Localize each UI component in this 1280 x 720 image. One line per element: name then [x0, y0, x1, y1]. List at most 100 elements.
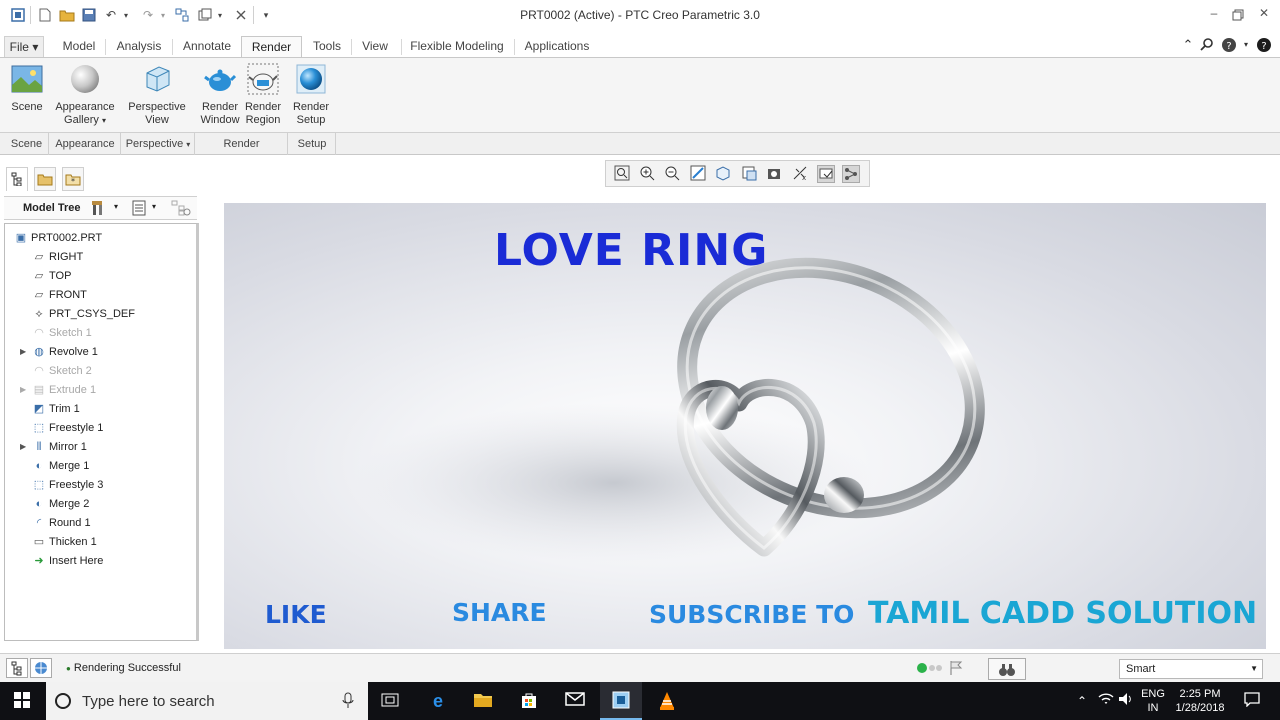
start-windows-icon[interactable]: [10, 691, 34, 711]
tab-analysis[interactable]: Analysis: [108, 36, 170, 58]
tree-item-csys[interactable]: ⟡ PRT_CSYS_DEF: [31, 305, 135, 323]
render-window-button[interactable]: Render Window: [199, 63, 241, 127]
tree-item-freestyle-3[interactable]: ⬚ Freestyle 3: [31, 476, 104, 494]
annotation-display-icon[interactable]: [842, 165, 860, 183]
datum-display-filters-icon[interactable]: [817, 165, 835, 183]
tab-tools[interactable]: Tools: [305, 36, 349, 58]
folder-browser-tab[interactable]: [34, 167, 56, 191]
perspective-view-button[interactable]: Perspective View: [124, 63, 190, 127]
scene-button[interactable]: Scene: [6, 63, 48, 114]
microphone-icon[interactable]: [342, 692, 354, 713]
show-dropdown-icon[interactable]: ▾: [152, 202, 156, 211]
csys-icon: ⟡: [35, 308, 43, 320]
tree-item-extrude-1[interactable]: ▤ Extrude 1: [31, 381, 96, 399]
help-button-icon[interactable]: ?: [1256, 37, 1272, 53]
tree-filter-icon[interactable]: [171, 200, 191, 219]
selection-filter-select[interactable]: Smart ▼: [1119, 659, 1263, 679]
mail-icon[interactable]: [563, 691, 587, 711]
help-dropdown-icon[interactable]: ▾: [1238, 37, 1254, 53]
tab-annotate[interactable]: Annotate: [175, 36, 239, 58]
group-render: Render: [196, 133, 288, 155]
render-region-button[interactable]: Render Region: [243, 63, 283, 127]
show-hidden-icons-chevron[interactable]: ⌃: [1070, 691, 1094, 711]
ring-shadow: [354, 403, 874, 563]
expand-extrude-icon[interactable]: ▶: [20, 381, 26, 399]
tree-item-right[interactable]: ▱ RIGHT: [31, 248, 83, 266]
tree-item-label: Freestyle 3: [49, 479, 104, 491]
toggle-browser-icon[interactable]: [30, 658, 52, 678]
group-scene: Scene: [5, 133, 49, 155]
overlay-subscribe: SUBSCRIBE TO: [649, 600, 855, 629]
tab-flexible-modeling[interactable]: Flexible Modeling: [404, 36, 510, 58]
tab-applications[interactable]: Applications: [517, 36, 597, 58]
tree-settings-icon[interactable]: [90, 199, 106, 220]
close-button[interactable]: ✕: [1252, 6, 1276, 24]
render-setup-sphere-icon: [295, 63, 327, 95]
perspective-toggle-icon[interactable]: x: [791, 165, 809, 183]
render-setup-button[interactable]: Render Setup: [290, 63, 332, 127]
tree-item-front[interactable]: ▱ FRONT: [31, 286, 87, 304]
flag-icon[interactable]: [949, 660, 963, 679]
tab-model[interactable]: Model: [54, 36, 104, 58]
clock[interactable]: 2:25 PM 1/28/2018: [1170, 687, 1230, 715]
tree-item-merge-1[interactable]: ◐ Merge 1: [31, 457, 90, 475]
graphics-window[interactable]: LOVE RING LIKE SHARE SUBSCRIBE TO TAMIL …: [224, 203, 1266, 649]
creo-taskbar-button[interactable]: [600, 682, 642, 720]
favorites-tab[interactable]: *: [62, 167, 84, 191]
tree-item-sketch-1[interactable]: ◠ Sketch 1: [31, 324, 92, 342]
zoom-in-icon[interactable]: [638, 165, 656, 183]
minimize-ribbon-icon[interactable]: ⌃: [1180, 37, 1196, 53]
file-explorer-icon[interactable]: [471, 691, 495, 711]
expand-mirror-icon[interactable]: ▶: [20, 438, 26, 456]
task-view-icon[interactable]: [378, 691, 402, 711]
tab-view[interactable]: View: [354, 36, 396, 58]
appearance-label-line2: Gallery: [64, 114, 99, 126]
tree-item-insert-here[interactable]: ➜ Insert Here: [31, 552, 103, 570]
restore-button[interactable]: [1226, 6, 1250, 24]
edge-browser-icon[interactable]: e: [426, 691, 450, 711]
ring-model[interactable]: [224, 203, 1266, 649]
zoom-out-icon[interactable]: [663, 165, 681, 183]
tree-item-round-1[interactable]: ◜ Round 1: [31, 514, 91, 532]
toggle-navigator-icon[interactable]: [6, 658, 28, 678]
ring-knot-left: [706, 386, 738, 430]
tree-settings-dropdown-icon[interactable]: ▾: [114, 202, 118, 211]
tree-item-revolve-1[interactable]: ◍ Revolve 1: [31, 343, 98, 361]
tree-item-trim-1[interactable]: ◩ Trim 1: [31, 400, 80, 418]
expand-revolve-icon[interactable]: ▶: [20, 343, 26, 361]
show-icon[interactable]: [131, 200, 147, 219]
appearance-gallery-button[interactable]: Appearance Gallery ▾: [55, 63, 115, 127]
view-manager-icon[interactable]: [765, 165, 783, 183]
store-icon[interactable]: [517, 691, 541, 711]
help-icon[interactable]: ?: [1221, 37, 1237, 53]
binoculars-icon: [999, 664, 1015, 676]
tree-item-root[interactable]: ▣ PRT0002.PRT: [13, 229, 102, 247]
revolve-icon: ◍: [34, 346, 44, 358]
tree-item-top[interactable]: ▱ TOP: [31, 267, 72, 285]
group-perspective[interactable]: Perspective ▾: [122, 133, 195, 155]
minimize-button[interactable]: –: [1202, 6, 1226, 24]
volume-icon[interactable]: [1114, 691, 1138, 711]
vlc-icon[interactable]: [655, 691, 679, 711]
tree-item-mirror-1[interactable]: ⫴ Mirror 1: [31, 438, 87, 456]
taskbar-search[interactable]: Type here to search: [46, 682, 368, 720]
action-center-icon[interactable]: [1240, 691, 1264, 711]
overlay-like: LIKE: [265, 600, 327, 629]
tree-item-thicken-1[interactable]: ▭ Thicken 1: [31, 533, 97, 551]
display-style-icon[interactable]: [714, 165, 732, 183]
tree-item-merge-2[interactable]: ◐ Merge 2: [31, 495, 90, 513]
trim-icon: ◩: [33, 403, 45, 415]
refit-icon[interactable]: [613, 165, 631, 183]
extrude-icon: ▤: [33, 384, 45, 396]
datum-plane-icon: ▱: [34, 270, 44, 282]
saved-orientations-icon[interactable]: [740, 165, 758, 183]
tab-render[interactable]: Render: [241, 36, 302, 58]
repaint-icon[interactable]: [689, 165, 707, 183]
find-button[interactable]: [988, 658, 1026, 680]
input-language[interactable]: ENG IN: [1141, 687, 1165, 715]
tree-item-freestyle-1[interactable]: ⬚ Freestyle 1: [31, 419, 104, 437]
tree-item-sketch-2[interactable]: ◠ Sketch 2: [31, 362, 92, 380]
search-icon[interactable]: [1199, 37, 1215, 53]
tab-file[interactable]: File ▾: [4, 36, 44, 58]
model-tree-tab[interactable]: [6, 167, 28, 191]
